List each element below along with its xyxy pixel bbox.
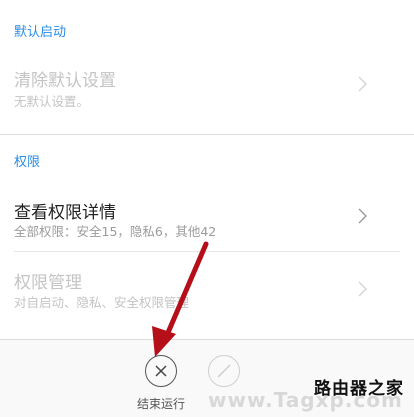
view-permissions-row[interactable]: 查看权限详情 全部权限：安全15，隐私6，其他42 — [0, 192, 400, 252]
clear-defaults-row[interactable]: 清除默认设置 无默认设置。 — [0, 60, 400, 120]
clear-defaults-subtitle: 无默认设置。 — [14, 94, 90, 109]
view-permissions-subtitle: 全部权限：安全15，隐私6，其他42 — [14, 224, 217, 239]
section-header-permissions: 权限 — [14, 155, 41, 170]
app-info-screen: 默认启动 清除默认设置 无默认设置。 权限 查看权限详情 全部权限：安全15，隐… — [0, 0, 414, 417]
section-header-default-launch: 默认启动 — [14, 25, 67, 40]
chevron-right-icon — [358, 208, 367, 224]
row-divider — [14, 251, 400, 252]
manage-permissions-title: 权限管理 — [14, 273, 82, 293]
chevron-right-icon — [358, 281, 367, 297]
manage-permissions-row[interactable]: 权限管理 对自启动、隐私、安全权限管理 — [0, 265, 400, 325]
watermark-logo: 路由器之家 — [314, 379, 404, 399]
clear-defaults-title: 清除默认设置 — [14, 71, 116, 91]
block-icon — [208, 355, 240, 387]
force-stop-button[interactable]: 结束运行 — [131, 355, 191, 412]
chevron-right-icon — [358, 76, 367, 92]
section-divider — [0, 134, 414, 135]
close-icon — [145, 355, 177, 387]
manage-permissions-subtitle: 对自启动、隐私、安全权限管理 — [14, 295, 190, 310]
force-stop-label: 结束运行 — [136, 397, 185, 411]
view-permissions-title: 查看权限详情 — [14, 203, 116, 223]
